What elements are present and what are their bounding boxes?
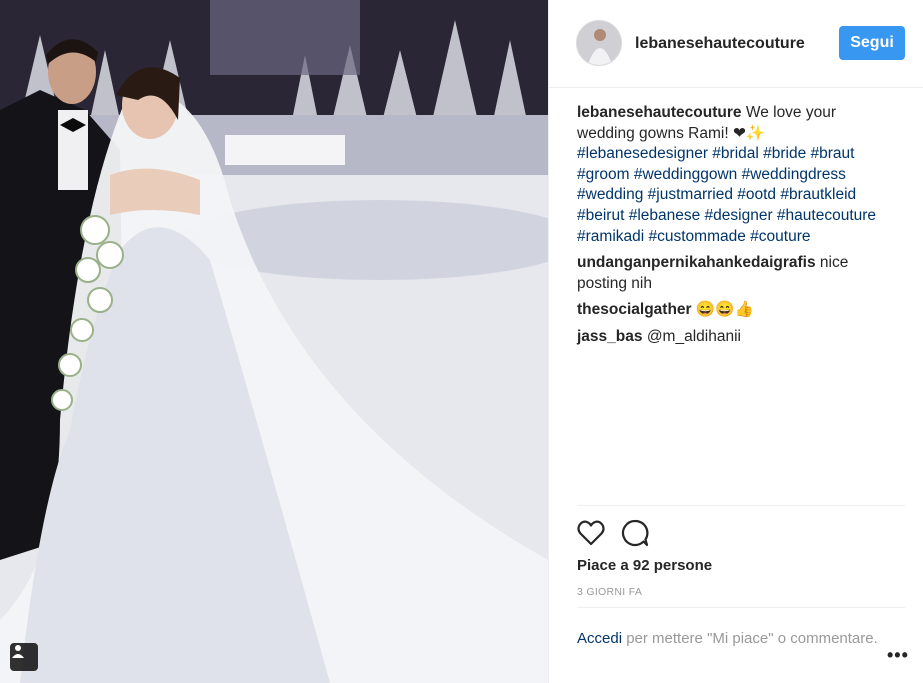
caption: lebanesehautecouture We love your weddin… [577,103,897,247]
login-link[interactable]: Accedi [577,630,622,647]
more-options-icon[interactable]: ••• [887,645,909,666]
caption-username[interactable]: lebanesehautecouture [577,104,742,121]
post-author-username[interactable]: lebanesehautecouture [635,35,805,53]
post-photo[interactable] [0,0,548,683]
comment-item: jass_bas @m_aldihanii [577,327,897,348]
heart-icon[interactable] [577,520,605,551]
follow-button[interactable]: Segui [839,26,905,60]
comments-list: lebanesehautecouture We love your weddin… [577,103,897,354]
action-bar [577,505,905,550]
comment-text: 😄😄👍 [695,301,754,319]
post-timestamp[interactable]: 3 GIORNI FA [577,586,642,598]
login-prompt: Accedi per mettere "Mi piace" o commenta… [577,607,905,649]
caption-hashtags[interactable]: #lebanesedesigner #bridal #bride #braut … [577,145,876,244]
comment-icon[interactable] [621,519,649,552]
comment-item: thesocialgather 😄😄👍 [577,300,897,321]
avatar[interactable] [576,20,622,66]
comment-mention[interactable]: @m_aldihanii [647,328,741,345]
post-header: lebanesehautecouture Segui [549,0,923,88]
login-prompt-text: per mettere "Mi piace" o commentare. [622,630,878,647]
user-tag-icon[interactable] [10,643,38,671]
comment-username[interactable]: undanganpernikahankedaigrafis [577,254,816,271]
comment-username[interactable]: thesocialgather [577,301,692,318]
comment-username[interactable]: jass_bas [577,328,643,345]
wedding-photo-illustration [0,0,548,683]
comment-item: undanganpernikahankedaigrafis nice posti… [577,253,897,294]
post-side-panel: lebanesehautecouture Segui lebanesehaute… [548,0,923,683]
likes-count[interactable]: Piace a 92 persone [577,557,712,574]
